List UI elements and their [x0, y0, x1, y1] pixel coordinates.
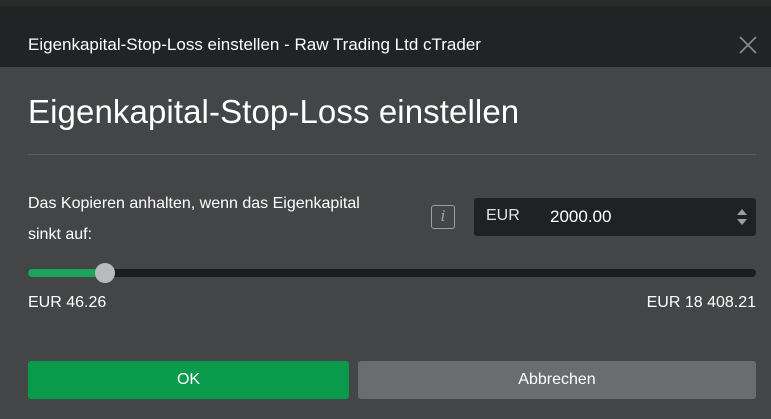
equity-amount-input[interactable] [550, 203, 720, 231]
info-icon[interactable]: i [431, 205, 455, 229]
window-title: Eigenkapital-Stop-Loss einstellen - Raw … [28, 35, 481, 54]
slider-thumb[interactable] [95, 263, 115, 283]
slider-fill [28, 269, 105, 277]
dialog-heading: Eigenkapital-Stop-Loss einstellen [28, 93, 520, 130]
dialog-window: Eigenkapital-Stop-Loss einstellen - Raw … [0, 0, 771, 419]
title-bar: Eigenkapital-Stop-Loss einstellen - Raw … [0, 0, 771, 67]
ok-button[interactable]: OK [28, 361, 349, 399]
equity-slider[interactable] [28, 263, 756, 283]
slider-track [28, 269, 756, 277]
spinner-arrows-icon[interactable] [736, 205, 748, 229]
slider-min-label: EUR 46.26 [28, 294, 107, 311]
divider [28, 154, 756, 155]
cancel-button[interactable]: Abbrechen [358, 361, 756, 399]
equity-amount-field[interactable]: EUR [474, 198, 756, 236]
currency-label: EUR [486, 207, 520, 224]
slider-max-label: EUR 18 408.21 [646, 294, 756, 311]
close-icon[interactable] [735, 32, 761, 58]
stop-loss-prompt: Das Kopieren anhalten, wenn das Eigenkap… [28, 195, 360, 243]
